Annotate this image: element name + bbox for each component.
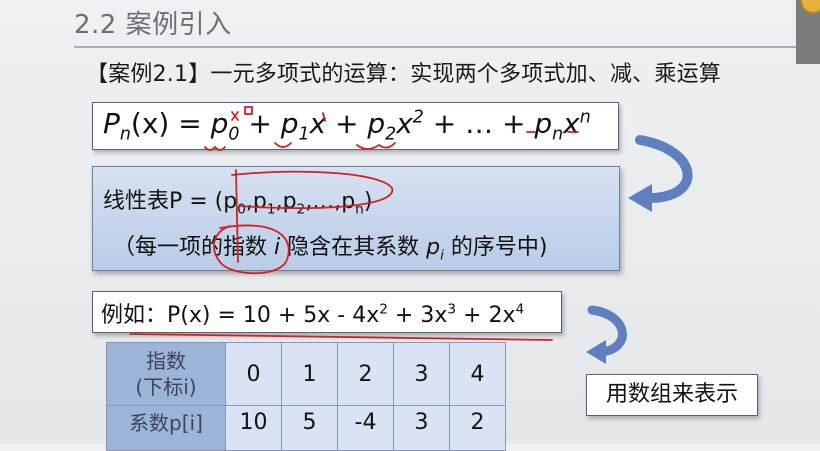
coefficient-cell: 10: [225, 405, 282, 451]
example-polynomial: 例如：P(x) = 10 + 5x - 4x2 + 3x3 + 2x4: [101, 301, 525, 328]
exponent-cell: 4: [449, 342, 506, 406]
exponent-cell: 1: [281, 342, 338, 406]
case-heading: 【案例2.1】一元多项式的运算：实现两个多项式加、减、乘运算: [86, 62, 721, 87]
example-polynomial-box: 例如：P(x) = 10 + 5x - 4x2 + 3x3 + 2x4: [92, 291, 562, 333]
exponent-header-cell: 指数 (下标i): [106, 342, 226, 406]
arrow-head-icon: [586, 340, 606, 364]
array-note-box: 用数组来表示: [586, 374, 758, 416]
coefficient-cell: 3: [393, 405, 450, 451]
coefficient-header-cell: 系数p[i]: [106, 405, 226, 451]
exponent-cell: 2: [337, 342, 394, 406]
curved-arrow-icon: [587, 305, 627, 357]
curved-arrow-icon: [635, 135, 693, 204]
coefficient-cell: 2: [449, 405, 506, 451]
title-divider: [74, 46, 802, 48]
exponent-cell: 3: [393, 342, 450, 406]
arrow-head-icon: [628, 184, 652, 212]
polynomial-formula-box: Pn(x) = p0 + p1x + p2x2 + … + pnxn: [92, 102, 619, 150]
linear-list-box: 线性表P = (p0,p1,p2,…,pn) （每一项的指数 i 隐含在其系数 …: [92, 166, 620, 271]
linear-list-definition: 线性表P = (p0,p1,p2,…,pn): [103, 189, 373, 218]
linear-list-note: （每一项的指数 i 隐含在其系数 pi 的序号中): [113, 235, 548, 264]
coefficient-cell: -4: [337, 405, 394, 451]
slide-title: 2.2 案例引入: [74, 10, 232, 40]
coefficient-cell: 5: [281, 405, 338, 451]
table-row: 系数p[i] 10 5 -4 3 2: [106, 405, 506, 451]
exponent-cell: 0: [225, 342, 282, 406]
array-representation-table: 指数 (下标i) 0 1 2 3 4 系数p[i] 10 5 -4 3 2: [106, 342, 506, 451]
table-row: 指数 (下标i) 0 1 2 3 4: [106, 342, 506, 406]
polynomial-formula: Pn(x) = p0 + p1x + p2x2 + … + pnxn: [103, 107, 591, 145]
